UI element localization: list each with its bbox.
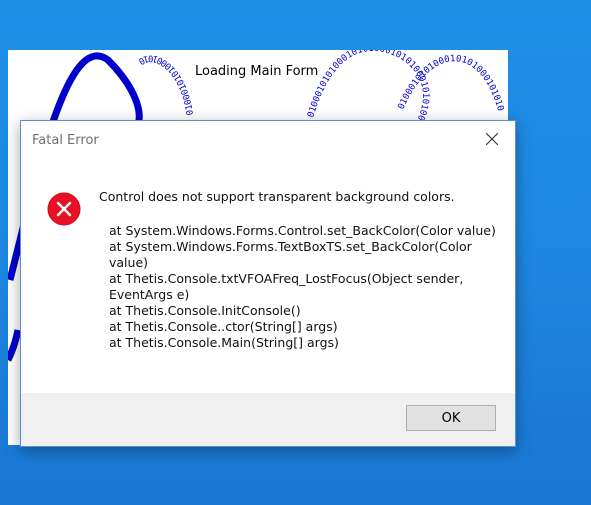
stack-trace-line: at System.Windows.Forms.Control.set_Back… [109, 223, 496, 238]
close-button[interactable] [469, 121, 515, 157]
fatal-error-dialog: Fatal Error Control does not support tra… [20, 120, 516, 447]
stack-trace-line: at Thetis.Console.txtVFOAFreq_LostFocus(… [109, 271, 464, 302]
stack-trace-line: at Thetis.Console.Main(String[] args) [109, 335, 339, 350]
stack-trace-line: at Thetis.Console.InitConsole() [109, 303, 301, 318]
dialog-title: Fatal Error [32, 133, 99, 148]
dialog-footer: OK [21, 393, 515, 446]
error-message: Control does not support transparent bac… [99, 189, 499, 351]
stack-trace-line: at Thetis.Console..ctor(String[] args) [109, 319, 338, 334]
splash-title: Loading Main Form [195, 64, 319, 79]
error-icon [47, 192, 81, 226]
close-icon [486, 133, 498, 145]
ok-button[interactable]: OK [406, 405, 496, 431]
dialog-titlebar[interactable]: Fatal Error [21, 121, 515, 161]
error-summary: Control does not support transparent bac… [99, 189, 455, 204]
stack-trace-line: at System.Windows.Forms.TextBoxTS.set_Ba… [109, 239, 472, 270]
wave-line-2 [8, 329, 22, 362]
